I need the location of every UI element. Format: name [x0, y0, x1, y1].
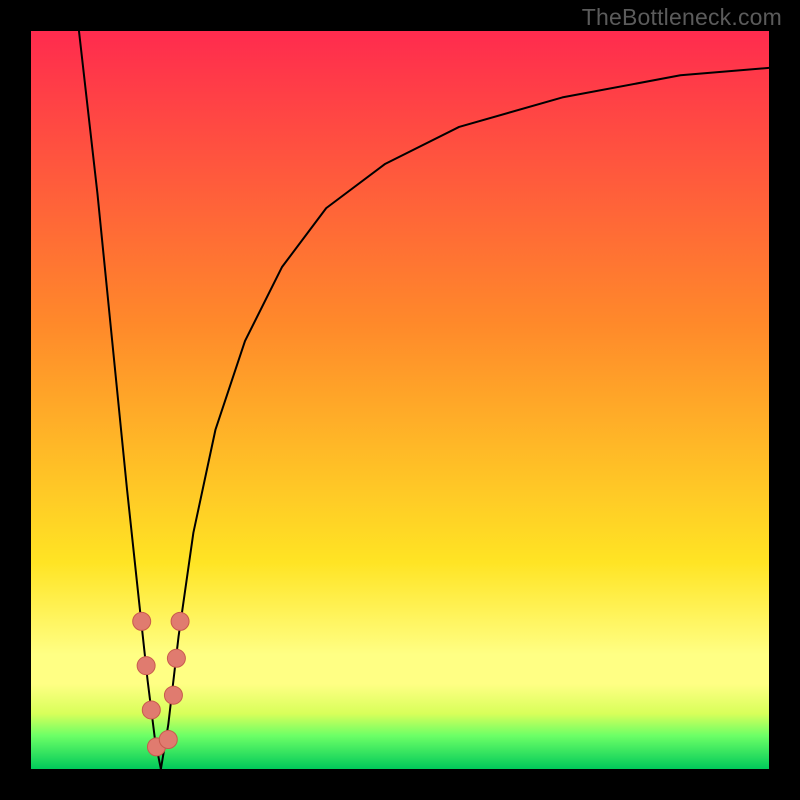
- plot-area: [31, 31, 769, 769]
- data-marker: [167, 649, 185, 667]
- data-marker: [137, 657, 155, 675]
- data-marker: [164, 686, 182, 704]
- data-marker: [142, 701, 160, 719]
- data-marker: [133, 612, 151, 630]
- data-marker: [159, 730, 177, 748]
- chart-frame: TheBottleneck.com: [0, 0, 800, 800]
- data-marker: [171, 612, 189, 630]
- watermark-text: TheBottleneck.com: [582, 4, 782, 31]
